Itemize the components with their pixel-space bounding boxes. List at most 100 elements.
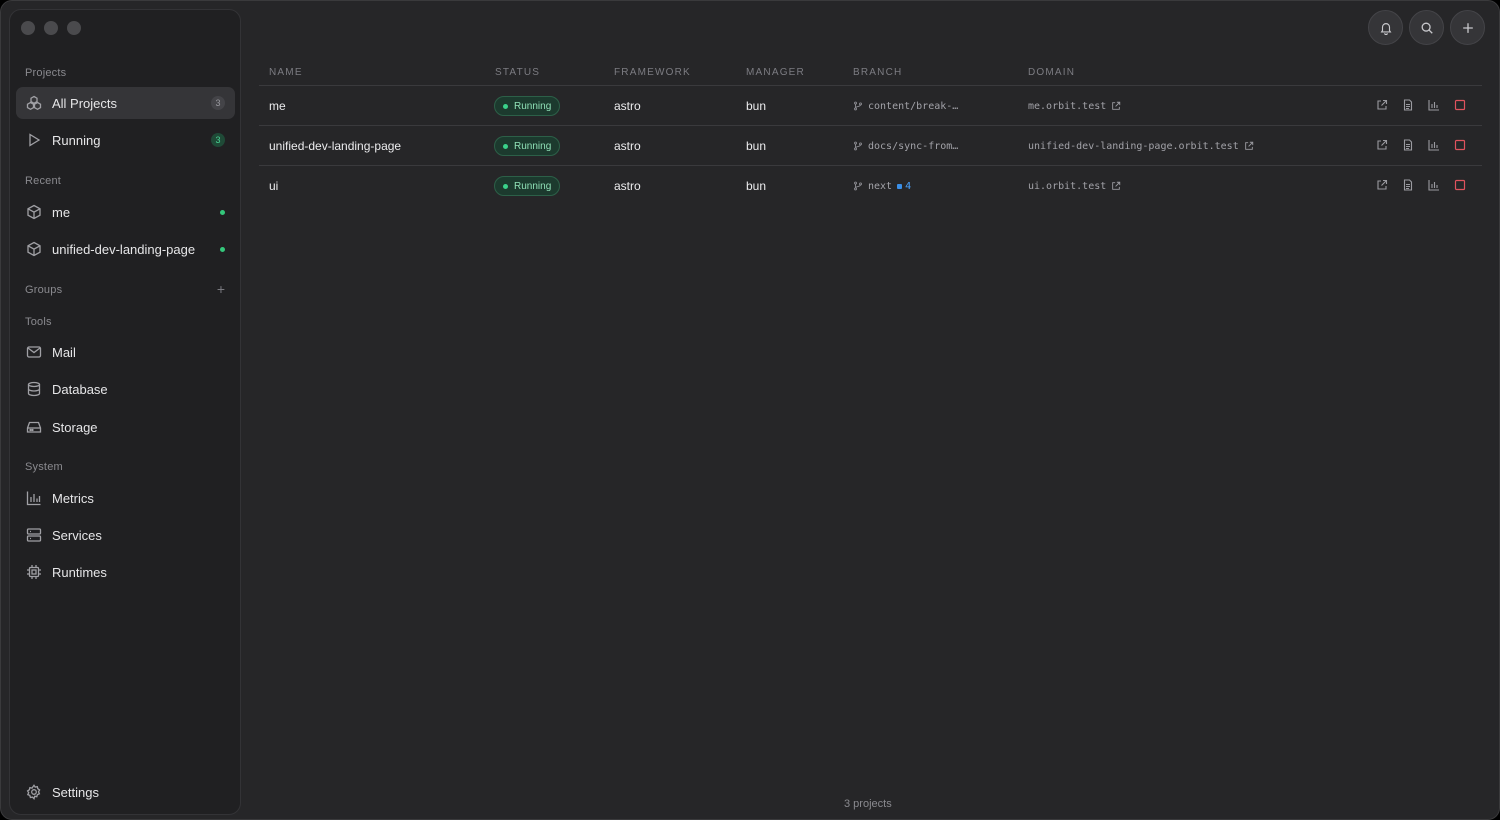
sidebar-item-label: unified-dev-landing-page — [52, 241, 196, 257]
section-title-tools: Tools — [25, 316, 52, 328]
sidebar-item-runtimes[interactable]: Runtimes — [16, 556, 235, 588]
section-title-projects: Projects — [25, 67, 67, 79]
sidebar-item-all-projects[interactable]: All Projects 3 — [16, 87, 235, 119]
projects-icon — [26, 95, 42, 111]
bar-chart-icon — [1428, 140, 1439, 151]
sidebar-item-services[interactable]: Services — [16, 519, 235, 551]
database-icon — [26, 381, 42, 397]
branch-name: docs/sync-from… — [868, 140, 959, 152]
domain-cell[interactable]: me.orbit.test — [1028, 86, 1121, 126]
count-badge: 3 — [211, 96, 225, 110]
count-badge: 3 — [211, 133, 225, 147]
sidebar-item-label: All Projects — [52, 95, 118, 111]
sidebar-item-recent-unified-dev-landing-page[interactable]: unified-dev-landing-page — [16, 233, 235, 265]
notifications-button[interactable] — [1368, 10, 1403, 45]
metrics-button[interactable] — [1428, 99, 1440, 111]
status-cell: Running — [494, 126, 561, 166]
commits-ahead-badge: 4 — [897, 181, 911, 192]
column-header-name[interactable]: NAME — [269, 67, 303, 78]
metrics-button[interactable] — [1428, 139, 1440, 151]
projects-table: NAME STATUS FRAMEWORK MANAGER BRANCH DOM… — [259, 61, 1482, 206]
sidebar-item-database[interactable]: Database — [16, 373, 235, 405]
section-title-recent: Recent — [25, 175, 62, 187]
table-row[interactable]: me Running astro bun content/break-… me.… — [259, 86, 1482, 126]
project-name[interactable]: me — [269, 86, 286, 126]
sidebar-item-label: Storage — [52, 419, 98, 435]
sidebar-item-mail[interactable]: Mail — [16, 336, 235, 368]
cpu-icon — [26, 564, 42, 580]
status-cell: Running — [494, 166, 561, 206]
stop-button[interactable] — [1454, 99, 1466, 111]
manager-cell: bun — [746, 139, 767, 153]
row-actions — [1376, 99, 1466, 111]
status-label: Running — [514, 180, 552, 192]
storage-icon — [26, 419, 42, 435]
column-header-manager[interactable]: MANAGER — [746, 67, 805, 78]
branch-name: content/break-… — [868, 100, 959, 112]
document-icon — [1403, 179, 1413, 191]
external-link-icon — [1377, 139, 1388, 150]
minimize-window-button[interactable] — [44, 21, 58, 35]
project-name[interactable]: ui — [269, 166, 278, 206]
open-browser-button[interactable] — [1376, 139, 1388, 151]
ahead-marker — [897, 183, 903, 189]
search-button[interactable] — [1409, 10, 1444, 45]
status-dot — [503, 183, 508, 189]
document-icon — [1403, 99, 1413, 111]
logs-button[interactable] — [1402, 179, 1414, 191]
framework-cell: astro — [614, 139, 641, 153]
domain-link[interactable]: ui.orbit.test — [1028, 181, 1106, 192]
status-badge: Running — [494, 176, 561, 196]
section-title-groups: Groups — [25, 284, 63, 296]
metrics-icon — [26, 490, 42, 506]
add-group-button[interactable]: + — [217, 281, 225, 297]
open-browser-button[interactable] — [1376, 99, 1388, 111]
close-window-button[interactable] — [21, 21, 35, 35]
domain-link[interactable]: me.orbit.test — [1028, 101, 1106, 112]
logs-button[interactable] — [1402, 99, 1414, 111]
logs-button[interactable] — [1402, 139, 1414, 151]
metrics-button[interactable] — [1428, 179, 1440, 191]
branch-cell: content/break-… — [853, 86, 958, 126]
column-header-status[interactable]: STATUS — [495, 67, 540, 78]
stop-button[interactable] — [1454, 139, 1466, 151]
sidebar-item-label: Runtimes — [52, 564, 107, 580]
framework-cell: astro — [614, 99, 641, 113]
cube-icon — [26, 241, 42, 257]
sidebar-item-label: Running — [52, 132, 101, 148]
domain-cell[interactable]: ui.orbit.test — [1028, 166, 1121, 206]
stop-button[interactable] — [1454, 179, 1466, 191]
bell-icon — [1380, 22, 1391, 35]
manager-cell: bun — [746, 99, 767, 113]
sidebar-item-label: Services — [52, 527, 102, 543]
sidebar: Projects All Projects 3 Running 3 Recent… — [9, 9, 241, 815]
app-window: Projects All Projects 3 Running 3 Recent… — [0, 0, 1500, 820]
cube-icon — [26, 204, 42, 220]
sidebar-item-label: Mail — [52, 344, 76, 360]
external-link-icon — [1377, 179, 1388, 190]
git-branch-icon — [854, 141, 862, 151]
column-header-framework[interactable]: FRAMEWORK — [614, 67, 691, 78]
commits-ahead-count: 4 — [905, 180, 912, 192]
column-header-branch[interactable]: BRANCH — [853, 67, 902, 78]
sidebar-item-storage[interactable]: Storage — [16, 411, 235, 443]
table-row[interactable]: unified-dev-landing-page Running astro b… — [259, 126, 1482, 166]
table-row[interactable]: ui Running astro bun next 4 ui.orbit.tes… — [259, 166, 1482, 206]
project-name[interactable]: unified-dev-landing-page — [269, 126, 401, 166]
domain-cell[interactable]: unified-dev-landing-page.orbit.test — [1028, 126, 1254, 166]
sidebar-item-running[interactable]: Running 3 — [16, 124, 235, 156]
column-header-domain[interactable]: DOMAIN — [1028, 67, 1075, 78]
open-browser-button[interactable] — [1376, 179, 1388, 191]
maximize-window-button[interactable] — [67, 21, 81, 35]
domain-link[interactable]: unified-dev-landing-page.orbit.test — [1028, 141, 1239, 152]
gear-icon — [26, 784, 42, 800]
add-project-button[interactable] — [1450, 10, 1485, 45]
project-count-footer: 3 projects — [844, 798, 892, 810]
sidebar-item-settings[interactable]: Settings — [16, 776, 235, 808]
branch-cell: next 4 — [853, 166, 911, 206]
sidebar-item-recent-me[interactable]: me — [16, 196, 235, 228]
stop-icon — [1454, 99, 1466, 111]
sidebar-item-label: Settings — [52, 784, 99, 800]
sidebar-item-metrics[interactable]: Metrics — [16, 482, 235, 514]
mail-icon — [26, 344, 42, 360]
